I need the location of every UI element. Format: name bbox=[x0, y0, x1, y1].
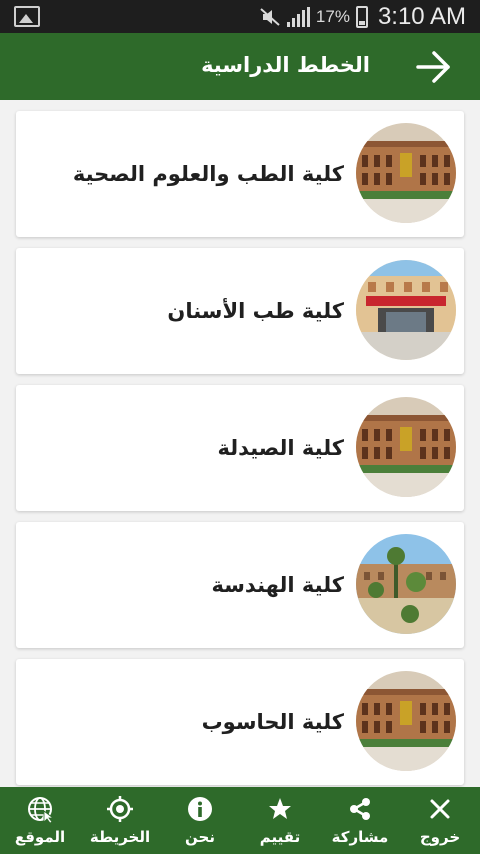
clock: 3:10 AM bbox=[377, 2, 466, 30]
signal-icon bbox=[286, 6, 310, 27]
share-icon bbox=[350, 798, 370, 820]
nav-share[interactable]: مشاركة bbox=[320, 787, 400, 854]
dentistry-building-photo bbox=[356, 260, 456, 360]
globe-icon bbox=[28, 797, 54, 823]
nav-label: خروج bbox=[419, 828, 461, 846]
location-target-icon bbox=[107, 796, 133, 822]
nav-exit[interactable]: خروج bbox=[400, 787, 480, 854]
college-building-photo bbox=[356, 671, 456, 771]
bottom-nav: خروج مشاركة تقييم نحن الخريطة الموقع bbox=[0, 787, 480, 854]
gallery-icon bbox=[14, 6, 40, 27]
nav-website[interactable]: الموقع bbox=[0, 787, 80, 854]
college-name: كلية طب الأسنان bbox=[167, 299, 344, 323]
college-building-photo bbox=[356, 123, 456, 223]
college-card[interactable]: كلية طب الأسنان bbox=[16, 248, 464, 374]
info-icon bbox=[188, 797, 212, 821]
college-building-photo bbox=[356, 397, 456, 497]
arrow-right-icon[interactable] bbox=[414, 47, 454, 87]
page-title: الخطط الدراسية bbox=[201, 53, 370, 77]
battery-percent: 17% bbox=[315, 6, 350, 26]
star-icon bbox=[269, 798, 291, 819]
college-name: كلية الصيدلة bbox=[217, 436, 344, 460]
status-indicators: 17% 3:10 AM bbox=[259, 0, 466, 33]
nav-label: نحن bbox=[185, 828, 215, 846]
status-bar: 17% 3:10 AM bbox=[0, 0, 480, 33]
app-bar: الخطط الدراسية bbox=[0, 33, 480, 100]
college-card[interactable]: كلية الطب والعلوم الصحية bbox=[16, 111, 464, 237]
engineering-campus-photo bbox=[356, 534, 456, 634]
nav-rate[interactable]: تقييم bbox=[240, 787, 320, 854]
nav-map[interactable]: الخريطة bbox=[80, 787, 160, 854]
nav-label: الخريطة bbox=[89, 828, 151, 846]
close-icon bbox=[430, 799, 450, 819]
battery-icon bbox=[355, 5, 368, 28]
college-card[interactable]: كلية الحاسوب bbox=[16, 659, 464, 785]
college-name: كلية الحاسوب bbox=[201, 710, 344, 734]
mute-icon bbox=[260, 7, 280, 26]
college-name: كلية الهندسة bbox=[211, 573, 344, 597]
nav-label: تقييم bbox=[259, 828, 301, 846]
nav-label: مشاركة bbox=[331, 828, 389, 846]
nav-about[interactable]: نحن bbox=[160, 787, 240, 854]
nav-label: الموقع bbox=[14, 828, 66, 846]
college-name: كلية الطب والعلوم الصحية bbox=[72, 162, 344, 186]
college-card[interactable]: كلية الهندسة bbox=[16, 522, 464, 648]
college-card[interactable]: كلية الصيدلة bbox=[16, 385, 464, 511]
